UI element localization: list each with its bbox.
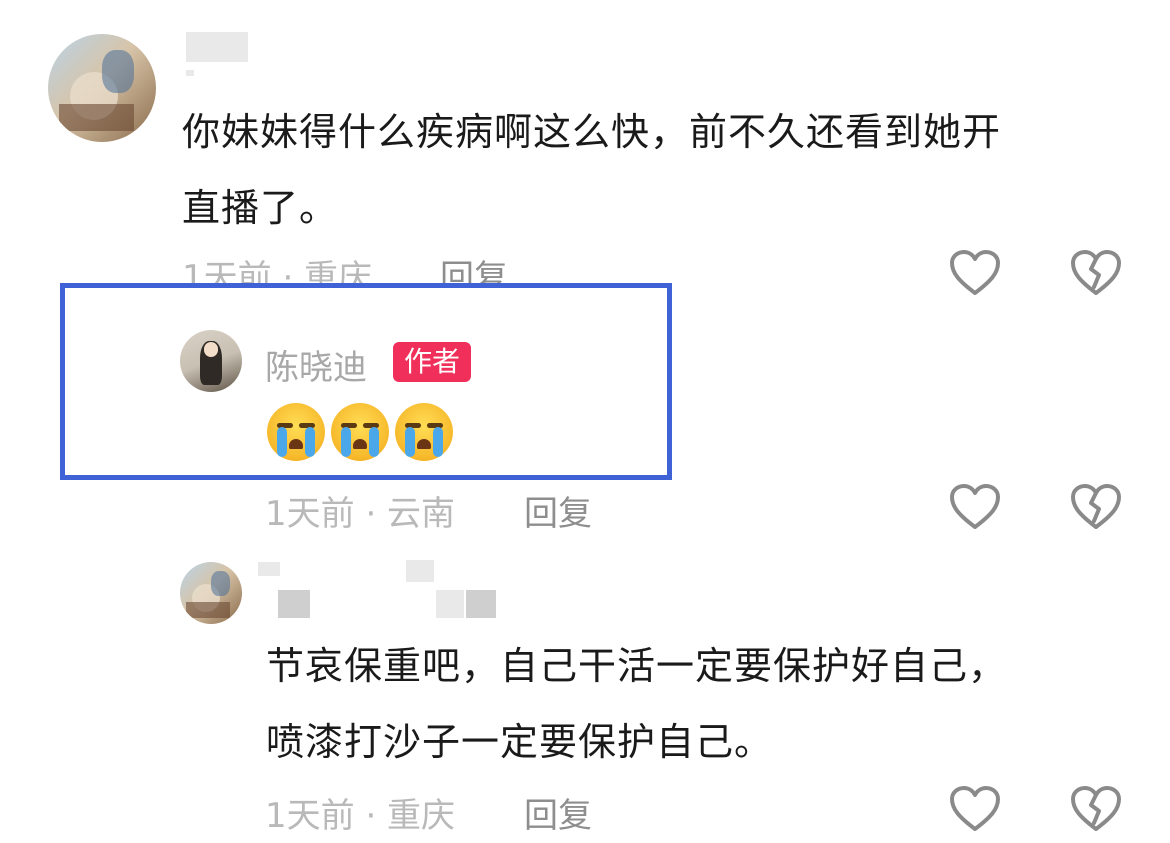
- reply-button[interactable]: 回复: [524, 486, 592, 535]
- author-username[interactable]: 陈晓迪: [265, 340, 367, 389]
- username-masked: [278, 590, 310, 618]
- broken-heart-icon[interactable]: [1070, 249, 1122, 297]
- comment-meta: 1天前 · 重庆: [182, 258, 373, 286]
- broken-heart-icon[interactable]: [1070, 483, 1122, 531]
- avatar[interactable]: [180, 330, 242, 392]
- comment-meta: 1天前 · 云南: [265, 494, 456, 534]
- username-masked: [186, 70, 194, 76]
- reply-button[interactable]: 回复: [524, 788, 592, 837]
- avatar[interactable]: [180, 562, 242, 624]
- username-masked: [258, 562, 280, 576]
- username-masked: [466, 590, 496, 618]
- heart-icon[interactable]: [949, 249, 1001, 297]
- reply-button[interactable]: 回复: [440, 250, 508, 286]
- loudly-crying-face-icon: [331, 403, 389, 461]
- comment-line: 你妹妹得什么疾病啊这么快，前不久还看到她开: [182, 110, 1002, 154]
- comment-text: 你妹妹得什么疾病啊这么快，前不久还看到她开 直播了。: [182, 94, 1122, 246]
- loudly-crying-face-icon: [267, 403, 325, 461]
- comment-line: 直播了。: [182, 186, 339, 230]
- comment-text: 节哀保重吧，自己干活一定要保护好自己， 喷漆打沙子一定要保护自己。: [266, 628, 1126, 780]
- avatar[interactable]: [48, 34, 156, 142]
- loudly-crying-face-icon: [395, 403, 453, 461]
- username-masked: [186, 32, 248, 62]
- username-masked: [406, 560, 434, 582]
- username-masked: [436, 590, 464, 618]
- comment-meta: 1天前 · 重庆: [265, 796, 456, 836]
- heart-icon[interactable]: [949, 785, 1001, 833]
- author-badge: 作者: [393, 342, 472, 382]
- emoji-row: [267, 403, 453, 461]
- heart-icon[interactable]: [949, 483, 1001, 531]
- comment-line: 节哀保重吧，自己干活一定要保护好自己，: [266, 644, 1008, 688]
- comment-line: 喷漆打沙子一定要保护自己。: [266, 720, 774, 764]
- broken-heart-icon[interactable]: [1070, 785, 1122, 833]
